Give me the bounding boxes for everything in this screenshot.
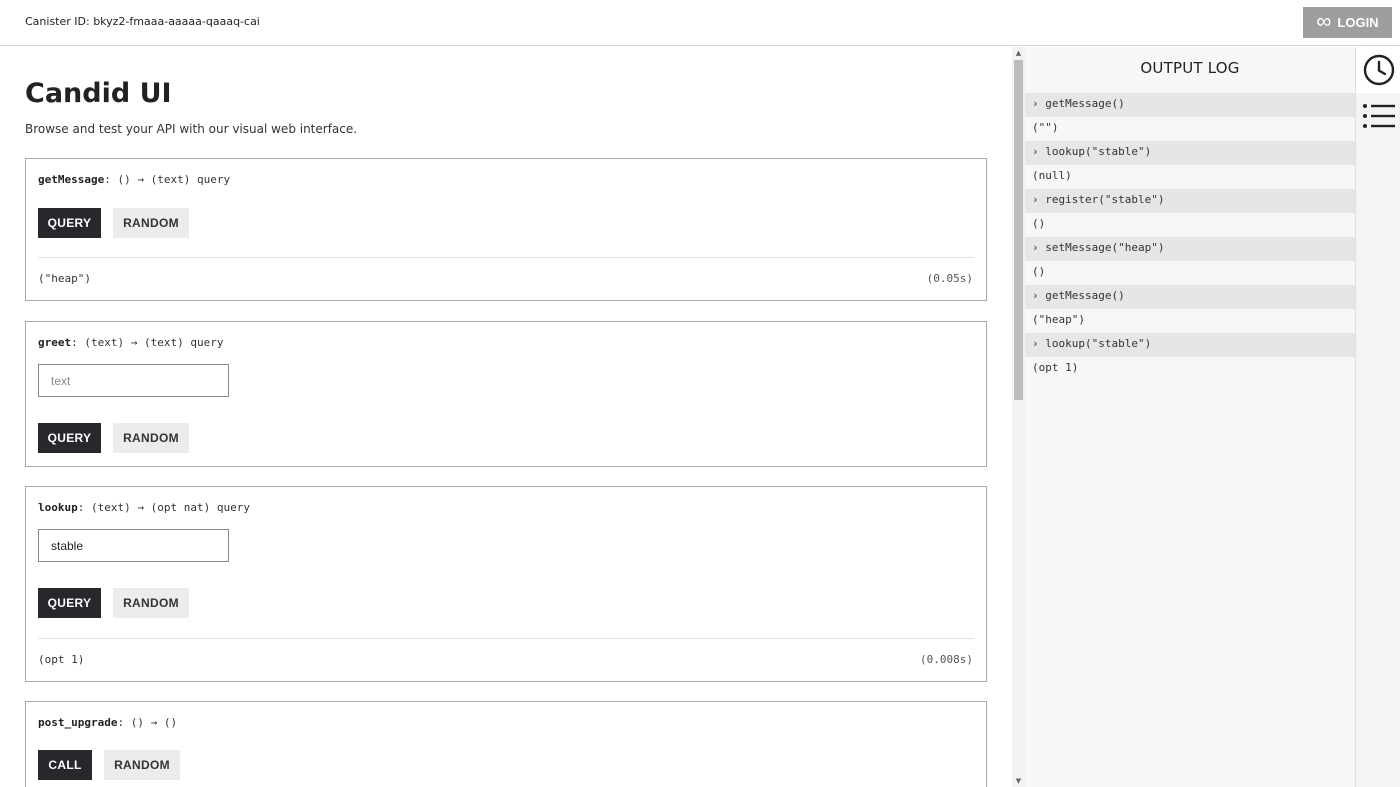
log-result-entry: (opt 1) <box>1032 361 1079 374</box>
method-name: getMessage <box>38 173 105 186</box>
infinity-icon: ∞ <box>1316 10 1332 33</box>
greet-text-input[interactable] <box>38 364 229 397</box>
history-button[interactable] <box>1356 47 1400 93</box>
log-call-entry: › lookup("stable") <box>1025 141 1355 165</box>
main-panel: Candid UI Browse and test your API with … <box>0 47 1012 787</box>
method-signature: post_upgrade: () → () <box>38 716 177 729</box>
query-button[interactable]: QUERY <box>38 423 101 453</box>
output-log-title: OUTPUT LOG <box>1140 59 1240 77</box>
method-name: lookup <box>38 501 78 514</box>
log-call-entry: › setMessage("heap") <box>1025 237 1355 261</box>
method-name: greet <box>38 336 72 349</box>
list-icon <box>1362 104 1395 128</box>
method-signature: getMessage: () → (text) query <box>38 173 230 186</box>
login-button[interactable]: ∞ LOGIN <box>1303 7 1392 38</box>
scroll-thumb[interactable] <box>1014 60 1023 400</box>
log-result-entry: ("") <box>1032 121 1059 134</box>
output-log-list: › getMessage() ("") › lookup("stable") (nul… <box>1025 93 1355 381</box>
method-type: : () → (text) query <box>104 173 231 186</box>
method-signature: greet: (text) → (text) query <box>38 336 223 349</box>
random-button[interactable]: RANDOM <box>113 423 189 453</box>
query-button[interactable]: QUERY <box>38 588 101 618</box>
method-type: : (text) → (text) query <box>71 336 224 349</box>
log-result-entry: ("heap") <box>1032 313 1085 326</box>
method-timing: (0.008s) <box>920 653 973 666</box>
result-divider <box>38 638 974 639</box>
method-timing: (0.05s) <box>926 272 973 285</box>
login-label: LOGIN <box>1337 15 1379 30</box>
method-type: : () → () <box>117 716 178 729</box>
method-card-greet: greet: (text) → (text) query QUERY RANDO… <box>25 321 987 467</box>
method-name: post_upgrade <box>38 716 118 729</box>
canister-id: Canister ID: bkyz2-fmaaa-aaaaa-qaaaq-cai <box>25 15 260 28</box>
result-divider <box>38 257 974 258</box>
method-card-lookup: lookup: (text) → (opt nat) query QUERY R… <box>25 486 987 682</box>
lookup-text-input[interactable] <box>38 529 229 562</box>
method-card-getmessage: getMessage: () → (text) query QUERY RAND… <box>25 158 987 301</box>
main-scrollbar[interactable]: ▲ ▼ <box>1012 47 1025 787</box>
query-button[interactable]: QUERY <box>38 208 101 238</box>
right-rail <box>1355 47 1400 787</box>
top-bar: Canister ID: bkyz2-fmaaa-aaaaa-qaaaq-cai… <box>0 0 1400 46</box>
log-call-entry: › lookup("stable") <box>1025 333 1355 357</box>
clock-icon <box>1363 54 1394 86</box>
method-card-post-upgrade: post_upgrade: () → () CALL RANDOM <box>25 701 987 787</box>
method-type: : (text) → (opt nat) query <box>77 501 250 514</box>
log-call-entry: › register("stable") <box>1025 189 1355 213</box>
scroll-down-arrow-icon[interactable]: ▼ <box>1012 775 1025 787</box>
log-call-entry: › getMessage() <box>1025 285 1355 309</box>
log-result-entry: () <box>1032 265 1046 278</box>
call-button[interactable]: CALL <box>38 750 92 780</box>
random-button[interactable]: RANDOM <box>113 208 189 238</box>
scroll-up-arrow-icon[interactable]: ▲ <box>1012 47 1025 59</box>
random-button[interactable]: RANDOM <box>104 750 180 780</box>
method-signature: lookup: (text) → (opt nat) query <box>38 501 250 514</box>
page-title: Candid UI <box>25 78 172 109</box>
output-log-panel: OUTPUT LOG › getMessage() ("") › lookup("s… <box>1025 47 1355 787</box>
methods-list-button[interactable] <box>1356 93 1400 139</box>
log-result-entry: () <box>1032 217 1046 230</box>
log-result-entry: (null) <box>1032 169 1072 182</box>
method-result: ("heap") <box>38 272 91 285</box>
log-call-entry: › getMessage() <box>1025 93 1355 117</box>
page-subtitle: Browse and test your API with our visual… <box>25 122 358 136</box>
random-button[interactable]: RANDOM <box>113 588 189 618</box>
method-result: (opt 1) <box>38 653 85 666</box>
